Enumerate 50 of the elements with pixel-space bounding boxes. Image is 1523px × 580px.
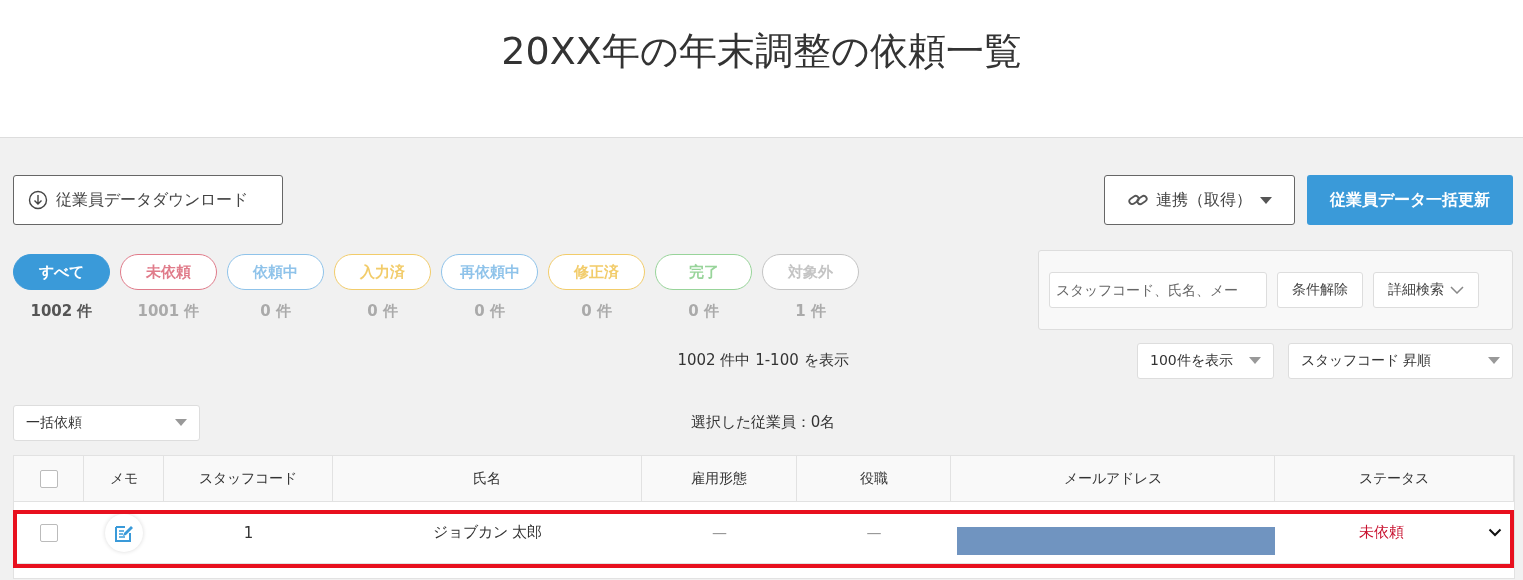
download-button[interactable]: 従業員データダウンロード: [13, 175, 283, 225]
search-field[interactable]: スタッフコード、氏名、メー: [1049, 272, 1267, 308]
selected-count: 選択した従業員：0名: [690, 413, 836, 432]
status-filter-tab[interactable]: 再依頼中: [441, 254, 538, 290]
sort-select[interactable]: スタッフコード 昇順: [1288, 342, 1513, 379]
status-count: 1 件: [795, 302, 826, 321]
status-filter-tab[interactable]: すべて: [13, 254, 110, 290]
status-count: 0 件: [367, 302, 398, 321]
position-cell: —: [866, 523, 882, 542]
link-button[interactable]: 連携（取得）: [1104, 175, 1295, 225]
chevron-icon[interactable]: [1488, 528, 1502, 537]
name-cell: ジョブカン 太郎: [432, 523, 543, 542]
status-count: 0 件: [581, 302, 612, 321]
column-header: メールアドレス: [1063, 469, 1162, 488]
clear-button[interactable]: 条件解除: [1277, 272, 1363, 308]
caret-icon: [1249, 357, 1261, 364]
staff-code-cell: 1: [243, 523, 254, 542]
caret-icon: [1488, 357, 1500, 364]
column-header: 役職: [859, 469, 888, 488]
column-header: メモ: [109, 469, 138, 488]
caret-icon: [1259, 196, 1272, 204]
status-filter-tab[interactable]: 未依頼: [120, 254, 217, 290]
column-header: ステータス: [1359, 469, 1429, 488]
chevron-icon: [1450, 286, 1464, 294]
page-title: 20XX年の年末調整の依頼一覧: [501, 27, 1022, 75]
status-filter-tab[interactable]: 完了: [655, 254, 752, 290]
status-text: 未依頼: [1358, 523, 1405, 542]
bulk-action-select[interactable]: 一括依頼: [13, 404, 200, 441]
status-count: 0 件: [688, 302, 719, 321]
download-icon: [28, 190, 48, 210]
column-header: 雇用形態: [691, 469, 747, 488]
advanced-search-button[interactable]: 詳細検索: [1373, 272, 1479, 308]
status-filter-tab[interactable]: 対象外: [762, 254, 859, 290]
column-header: スタッフコード: [199, 469, 297, 488]
per-page-select[interactable]: 100件を表示: [1137, 342, 1274, 379]
status-filter-tab[interactable]: 修正済: [548, 254, 645, 290]
result-summary: 1002 件中 1-100 を表示: [677, 351, 849, 370]
status-count: 0 件: [260, 302, 291, 321]
caret-icon: [175, 419, 187, 426]
status-count: 1001 件: [137, 302, 200, 321]
memo-button[interactable]: [105, 513, 143, 552]
column-header: 氏名: [473, 469, 501, 488]
link-icon: [1127, 193, 1148, 207]
bulk-update-button[interactable]: 従業員データ一括更新: [1307, 175, 1513, 225]
status-count: 0 件: [474, 302, 505, 321]
status-count: 1002 件: [30, 302, 93, 321]
status-filter-tab[interactable]: 依頼中: [227, 254, 324, 290]
checkbox[interactable]: [40, 523, 58, 542]
employment-type-cell: —: [712, 523, 727, 542]
checkbox[interactable]: [39, 469, 58, 488]
